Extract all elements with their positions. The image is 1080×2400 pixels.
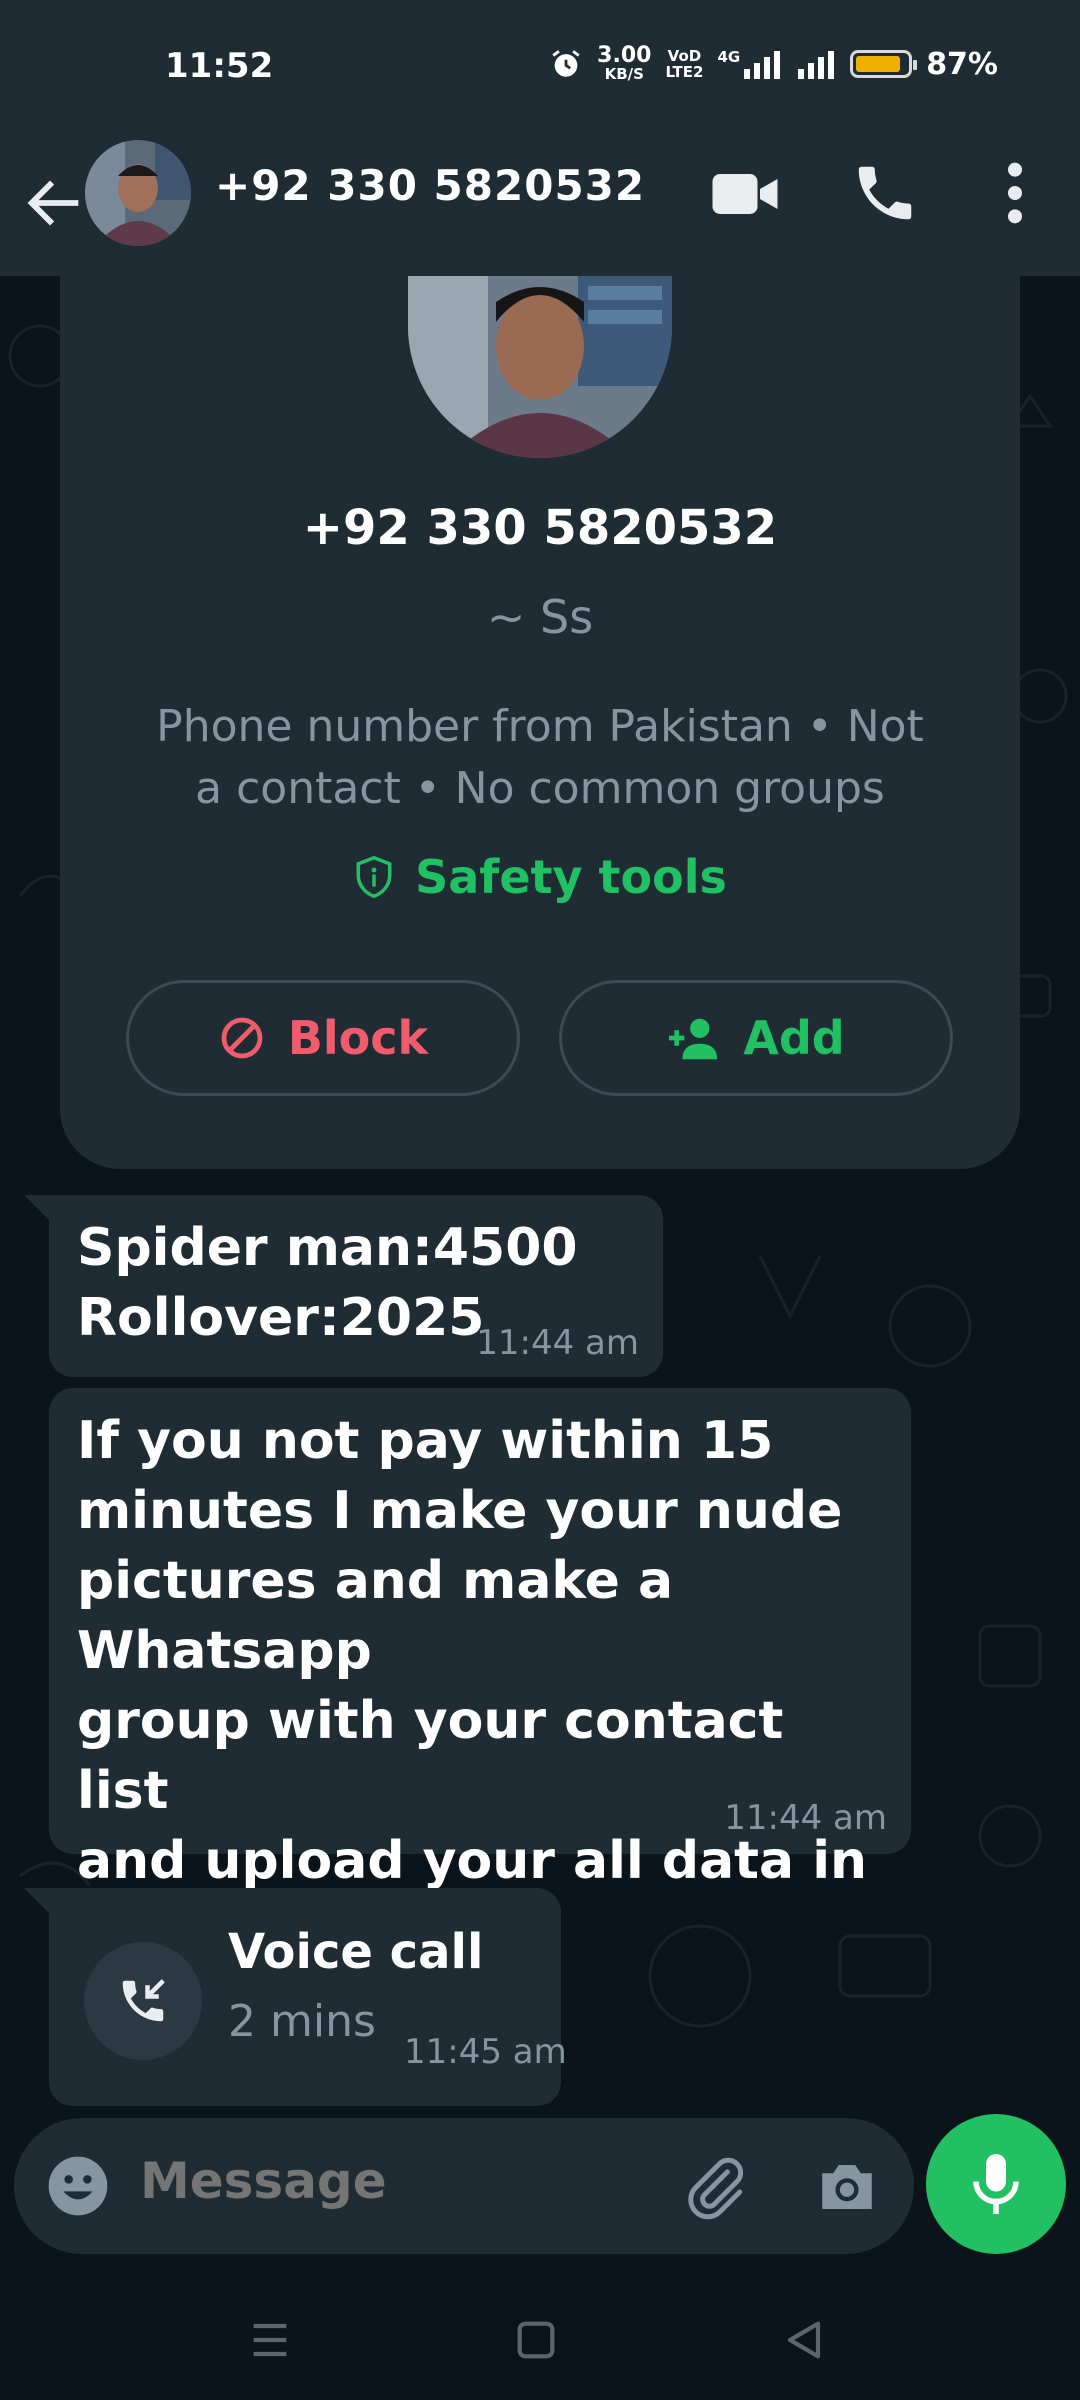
video-call-icon[interactable] bbox=[710, 164, 780, 224]
incoming-call-icon bbox=[122, 1979, 165, 2022]
safety-tools-link[interactable]: Safety tools bbox=[60, 850, 1020, 904]
mic-button[interactable] bbox=[926, 2114, 1066, 2254]
status-time: 11:52 bbox=[165, 46, 274, 86]
status-icons: 3.00 KB/S VoD LTE2 4G 87% bbox=[549, 43, 998, 83]
block-icon bbox=[221, 1017, 263, 1059]
profile-number: +92 330 5820532 bbox=[302, 500, 778, 556]
nav-back-icon[interactable] bbox=[776, 2312, 832, 2368]
back-arrow-icon[interactable] bbox=[20, 168, 90, 238]
battery-percent: 87% bbox=[926, 46, 998, 82]
net-speed: 3.00 KB/S bbox=[597, 43, 652, 83]
block-button[interactable]: Block bbox=[126, 980, 520, 1096]
shield-info-icon bbox=[356, 855, 392, 899]
message-time: 11:44 am bbox=[724, 1798, 887, 1838]
profile-info-text: Phone number from Pakistan • Not a conta… bbox=[156, 701, 924, 814]
add-person-icon bbox=[669, 1018, 718, 1060]
battery-icon bbox=[850, 50, 918, 78]
voice-call-title: Voice call bbox=[228, 1924, 484, 1980]
phone-call-icon[interactable] bbox=[850, 158, 920, 228]
block-label: Block bbox=[287, 1011, 429, 1065]
alarm-icon bbox=[552, 50, 580, 77]
avatar[interactable] bbox=[85, 140, 191, 246]
message-input[interactable] bbox=[140, 2152, 640, 2210]
message-text: If you not pay within 15 minutes I make … bbox=[77, 1411, 868, 1961]
attach-icon[interactable] bbox=[682, 2154, 748, 2220]
incoming-message[interactable]: If you not pay within 15 minutes I make … bbox=[49, 1388, 911, 1961]
volte-indicator: VoD LTE2 bbox=[665, 47, 704, 81]
signal-sim2-icon bbox=[798, 51, 835, 79]
voice-call-duration: 2 mins bbox=[228, 1996, 376, 2047]
recent-apps-icon[interactable] bbox=[242, 2312, 298, 2368]
home-icon[interactable] bbox=[508, 2312, 564, 2368]
message-time: 11:45 am bbox=[404, 2032, 567, 2072]
more-options-icon[interactable] bbox=[990, 158, 1040, 228]
profile-push-name: ~ Ss bbox=[486, 590, 594, 644]
add-contact-button[interactable]: Add bbox=[559, 980, 953, 1096]
mic-icon bbox=[973, 2154, 1019, 2214]
camera-icon[interactable] bbox=[814, 2154, 880, 2220]
signal-sim1-icon: 4G bbox=[717, 49, 782, 79]
contact-name[interactable]: +92 330 5820532 bbox=[215, 161, 645, 210]
add-label: Add bbox=[743, 1011, 845, 1065]
call-icon-circle bbox=[84, 1942, 202, 2060]
emoji-icon[interactable] bbox=[46, 2154, 110, 2218]
incoming-message[interactable]: Spider man:4500 Rollover:2025 11:44 am bbox=[49, 1195, 663, 1377]
safety-tools-label: Safety tools bbox=[415, 850, 727, 904]
message-time: 11:44 am bbox=[476, 1323, 639, 1363]
